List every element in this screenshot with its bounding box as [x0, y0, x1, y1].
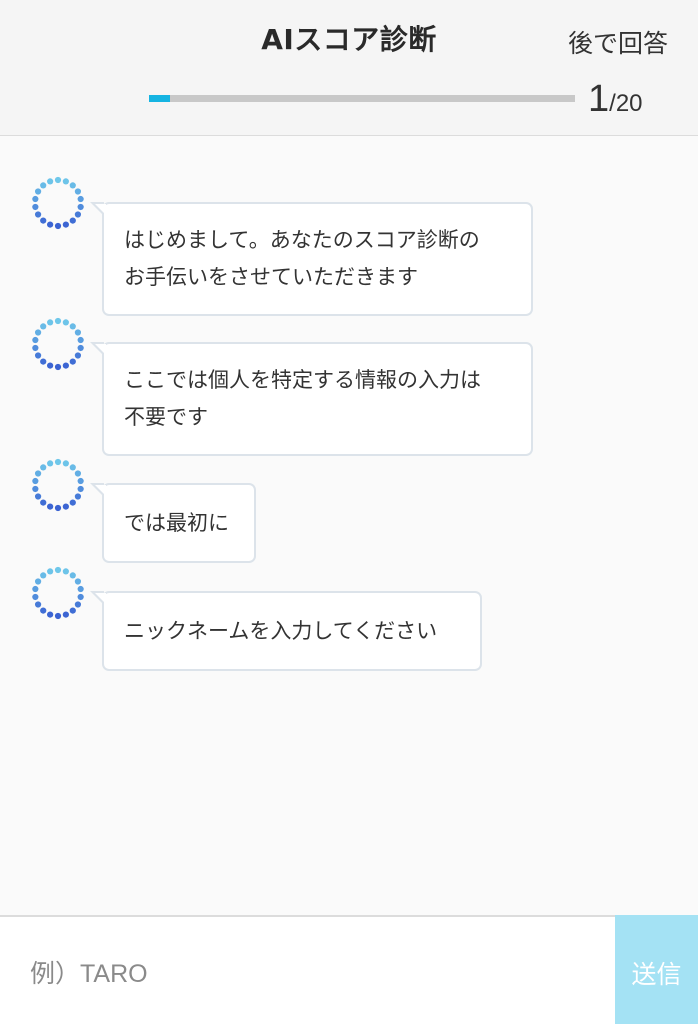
dotted-ring-avatar-icon — [32, 458, 84, 512]
progress-counter: 1/20 — [588, 78, 643, 121]
avatar-dot — [62, 611, 69, 618]
avatar-dot — [74, 352, 82, 359]
avatar-dot — [62, 362, 69, 369]
avatar-dot — [40, 217, 47, 224]
send-button[interactable]: 送信 — [615, 915, 698, 1024]
avatar-dot — [47, 611, 54, 618]
nickname-input[interactable] — [0, 917, 615, 1024]
progress-bar-fill — [149, 95, 171, 102]
avatar-dot — [40, 572, 47, 579]
avatar-dot — [32, 593, 39, 601]
avatar-dot — [40, 499, 47, 506]
progress-bar — [149, 95, 575, 102]
message-line: ニックネームを入力してください — [124, 618, 438, 643]
avatar-dot — [69, 572, 76, 579]
avatar-dot — [77, 485, 84, 493]
dotted-ring-avatar-icon — [32, 176, 84, 230]
answer-later-button[interactable]: 後で回答 — [568, 24, 668, 60]
avatar-dot — [62, 178, 69, 185]
chat-messages: はじめまして。あなたのスコア診断の お手伝いをさせていただきます ここでは個人を… — [0, 137, 698, 915]
avatar-dot — [54, 458, 62, 466]
avatar-dot — [74, 601, 82, 608]
avatar-dot — [77, 195, 84, 203]
avatar-dot — [47, 503, 54, 510]
dotted-ring-avatar-icon — [32, 566, 84, 620]
avatar-dot — [40, 607, 47, 614]
avatar-dot — [74, 493, 82, 500]
avatar-dot — [47, 319, 54, 326]
avatar-dot — [69, 323, 76, 330]
avatar-dot — [54, 176, 62, 184]
avatar-dot — [32, 344, 39, 352]
avatar-dot — [74, 578, 82, 585]
message-line: では最初に — [124, 510, 229, 535]
message-bubble: はじめまして。あなたのスコア診断の お手伝いをさせていただきます — [90, 202, 533, 316]
avatar-dot — [47, 460, 54, 467]
progress-separator: / — [609, 90, 616, 117]
avatar-dot — [32, 585, 39, 593]
avatar-dot — [62, 319, 69, 326]
avatar-dot — [69, 464, 76, 471]
avatar-dot — [77, 477, 84, 485]
message-bubble: では最初に — [90, 483, 256, 563]
message-line: 不要です — [124, 405, 208, 429]
avatar-dot — [54, 504, 62, 512]
avatar-dot — [62, 568, 69, 575]
avatar-dot — [34, 352, 42, 359]
avatar-dot — [54, 566, 62, 574]
avatar-dot — [47, 221, 54, 228]
avatar-dot — [34, 470, 42, 477]
avatar-dot — [47, 178, 54, 185]
avatar-dot — [77, 344, 84, 352]
avatar-dot — [74, 329, 82, 336]
avatar-dot — [69, 217, 76, 224]
avatar-dot — [54, 317, 62, 325]
avatar-dot — [34, 188, 42, 195]
avatar-dot — [40, 358, 47, 365]
avatar-dot — [34, 211, 42, 218]
avatar-dot — [69, 607, 76, 614]
avatar-dot — [34, 578, 42, 585]
avatar-dot — [77, 593, 84, 601]
avatar-dot — [77, 336, 84, 344]
avatar-dot — [69, 182, 76, 189]
avatar-dot — [69, 499, 76, 506]
avatar-dot — [32, 485, 39, 493]
avatar-dot — [62, 460, 69, 467]
avatar-dot — [32, 195, 39, 203]
progress-current: 1 — [588, 78, 610, 120]
avatar-dot — [40, 464, 47, 471]
avatar-dot — [34, 329, 42, 336]
avatar-dot — [32, 477, 39, 485]
avatar-dot — [62, 221, 69, 228]
avatar-dot — [47, 568, 54, 575]
progress-total: 20 — [615, 90, 643, 117]
avatar-dot — [54, 612, 62, 620]
avatar-dot — [54, 363, 62, 371]
avatar-dot — [32, 203, 39, 211]
avatar-dot — [74, 211, 82, 218]
avatar-dot — [40, 323, 47, 330]
message-line: はじめまして。あなたのスコア診断の — [124, 228, 480, 252]
avatar-dot — [47, 362, 54, 369]
avatar-dot — [69, 358, 76, 365]
message-line: お手伝いをさせていただきます — [124, 265, 418, 289]
avatar-dot — [74, 188, 82, 195]
avatar-dot — [34, 493, 42, 500]
avatar-dot — [34, 601, 42, 608]
dotted-ring-avatar-icon — [32, 317, 84, 371]
message-line: ここでは個人を特定する情報の入力は — [124, 368, 481, 392]
avatar-dot — [74, 470, 82, 477]
chat-app: AIスコア診断 後で回答 1/20 はじめまして。あなたのスコア診断の お手伝い… — [0, 0, 698, 1024]
avatar-dot — [62, 503, 69, 510]
avatar-dot — [32, 336, 39, 344]
avatar-dot — [77, 203, 84, 211]
message-bubble: ここでは個人を特定する情報の入力は 不要です — [90, 342, 533, 456]
avatar-dot — [40, 182, 47, 189]
header: AIスコア診断 後で回答 1/20 — [0, 0, 698, 136]
input-bar: 送信 — [0, 915, 698, 1024]
message-bubble: ニックネームを入力してください — [90, 591, 482, 671]
avatar-dot — [54, 222, 62, 230]
avatar-dot — [77, 585, 84, 593]
